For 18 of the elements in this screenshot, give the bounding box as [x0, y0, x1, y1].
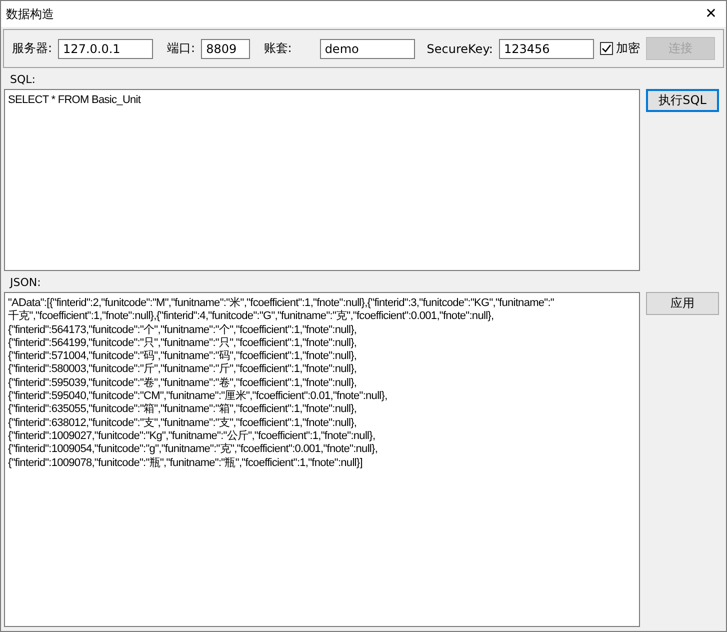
window-title: 数据构造 [6, 6, 54, 22]
sql-editor[interactable]: SELECT * FROM Basic_Unit [4, 89, 640, 271]
checkbox-label: 加密 [616, 40, 640, 57]
field-label: 账套: [264, 40, 292, 57]
field-label: SecureKey: [426, 42, 493, 56]
json-editor[interactable]: "AData":[{"finterid":2,"funitcode":"M","funitname":"米","fcoefficient":1,"fnote":null},{"finterid":3,"funitcode":"KG","funitname":" 千克","fcoefficient":1,"fnote":null},{"finterid":4,"funitcode":"G","funitname":"克","fcoefficient":0.001,"fnote":null}, {"finterid":564173,"funitcode":"个","funitname":"个","fcoefficient":1,"fnote":null}, {"finterid":564199,"funitcode":"只","funitname":"只","fcoefficient":1,"fnote":null}, {"finterid":571004,"funitcode":"码","funitname":"码","fcoefficient":1,"fnote":null}, {"finterid":580003,"funitcode":"斤","funitname":"斤","fcoefficient":1,"fnote":null}, {"finterid":595039,"funitcode":"卷","funitname":"卷","fcoefficient":1,"fnote":null}, {"finterid":595040,"funitcode":"CM","funitname":"厘米","fcoefficient":0.01,"fnote":null}, {"finterid":635055,"funitcode":"箱","funitname":"箱","fcoefficient":1,"fnote":null}, {"finterid":638012,"funitcode":"支","funitname":"支","fcoefficient":1,"fnote":null}, {"finterid":1009027,"funitcode":"Kg","funitname":"公斤","fcoefficient":1,"fnote":null}, {"finterid":1009054,"funitcode":"g","funitname":"克","fcoefficient":0.001,"fnote":null}, {"finterid":1009078,"funitcode":"瓶","funitname":"瓶","fcoefficient":1,"fnote":null}] [4, 292, 640, 627]
input-field[interactable]: 127.0.0.1 [58, 38, 154, 58]
input-field[interactable]: 123456 [498, 38, 594, 58]
close-button[interactable]: ✕ [696, 6, 726, 22]
input-field[interactable]: demo [320, 38, 415, 58]
checkbox[interactable] [600, 42, 613, 55]
field-label: 服务器: [12, 40, 52, 57]
section-label: SQL: [9, 72, 36, 88]
field-label: 端口: [167, 40, 196, 57]
apply-button[interactable]: 应用 [646, 292, 719, 315]
input-field[interactable]: 8809 [201, 38, 250, 58]
execute-sql-button[interactable]: 执行SQL [646, 89, 719, 112]
section-label: JSON: [8, 275, 41, 291]
